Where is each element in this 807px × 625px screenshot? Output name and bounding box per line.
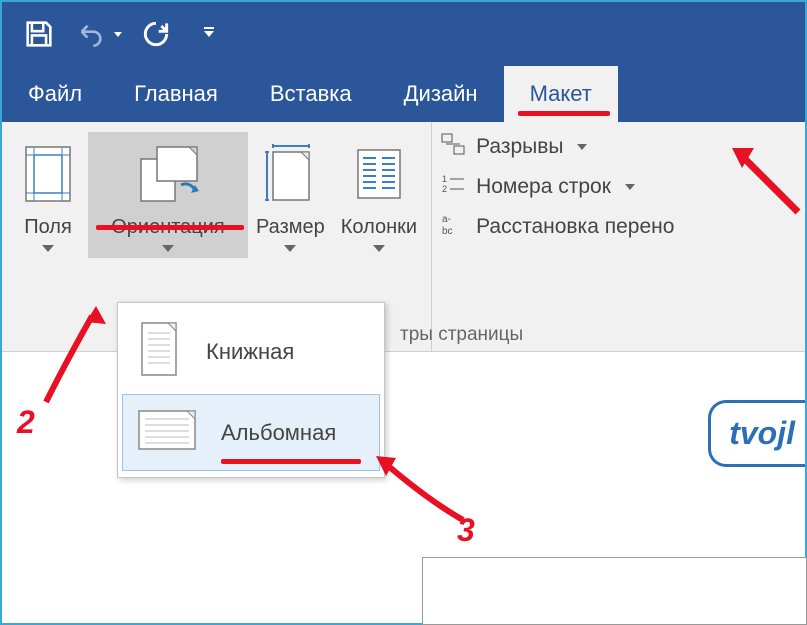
dropdown-arrow-icon (577, 144, 587, 150)
hyphenation-label: Расстановка перено (476, 215, 674, 239)
tab-design[interactable]: Дизайн (378, 66, 504, 122)
tab-file[interactable]: Файл (2, 66, 108, 122)
columns-icon (352, 138, 406, 210)
orientation-portrait-item[interactable]: Книжная (122, 309, 380, 394)
tab-design-label: Дизайн (404, 81, 478, 107)
orientation-landscape-item[interactable]: Альбомная (122, 394, 380, 471)
annotation-arrow-2 (36, 302, 116, 412)
dropdown-arrow-icon[interactable] (114, 32, 122, 37)
redo-icon[interactable] (140, 18, 172, 50)
dropdown-arrow-icon (625, 184, 635, 190)
page-setup-group-label: тры страницы (400, 324, 523, 346)
tab-home-label: Главная (134, 81, 218, 107)
orientation-button[interactable]: Ориентация (88, 132, 248, 258)
dropdown-arrow-icon (373, 245, 385, 252)
portrait-icon (134, 319, 184, 384)
portrait-label: Книжная (206, 339, 294, 365)
tab-layout-label: Макет (530, 81, 592, 107)
page-setup-side-list: Разрывы 12 Номера строк a-bc Расстановка… (431, 122, 682, 351)
svg-text:1: 1 (442, 174, 447, 184)
hyphenation-icon: a-bc (440, 212, 466, 242)
annotation-arrow-3 (368, 450, 478, 530)
landscape-label: Альбомная (221, 420, 336, 446)
tab-insert[interactable]: Вставка (244, 66, 378, 122)
landscape-icon (135, 405, 199, 460)
breaks-icon (440, 132, 466, 162)
watermark-badge: tvojl (708, 400, 805, 467)
dropdown-arrow-icon (42, 245, 54, 252)
margins-icon (22, 138, 74, 210)
annotation-number-2: 2 (17, 404, 35, 441)
line-numbers-button[interactable]: 12 Номера строк (440, 172, 674, 202)
size-label: Размер (256, 216, 325, 239)
orientation-icon (133, 138, 203, 210)
dropdown-arrow-icon (162, 245, 174, 252)
annotation-underline (221, 459, 361, 464)
margins-label: Поля (24, 216, 72, 239)
tab-home[interactable]: Главная (108, 66, 244, 122)
breaks-button[interactable]: Разрывы (440, 132, 674, 162)
quick-access-toolbar (2, 2, 805, 66)
annotation-arrow-1 (728, 142, 807, 222)
tab-layout[interactable]: Макет (504, 66, 618, 122)
size-icon (263, 138, 317, 210)
dropdown-arrow-icon (284, 245, 296, 252)
annotation-underline (96, 225, 244, 230)
ribbon-tabs: Файл Главная Вставка Дизайн Макет (2, 66, 805, 122)
line-numbers-label: Номера строк (476, 175, 611, 199)
orientation-dropdown: Книжная Альбомная (117, 302, 385, 478)
annotation-underline (518, 111, 610, 116)
tab-file-label: Файл (28, 81, 82, 107)
line-numbers-icon: 12 (440, 172, 466, 202)
hyphenation-button[interactable]: a-bc Расстановка перено (440, 212, 674, 242)
columns-button[interactable]: Колонки (333, 132, 425, 258)
svg-text:a-: a- (442, 214, 451, 225)
svg-text:bc: bc (442, 226, 453, 236)
breaks-label: Разрывы (476, 135, 563, 159)
margins-button[interactable]: Поля (8, 132, 88, 258)
undo-icon[interactable] (74, 20, 122, 48)
tab-insert-label: Вставка (270, 81, 352, 107)
size-button[interactable]: Размер (248, 132, 333, 258)
save-icon[interactable] (22, 17, 56, 51)
document-page[interactable] (422, 557, 807, 625)
customize-qat-icon[interactable] (204, 31, 214, 37)
columns-label: Колонки (341, 216, 417, 239)
svg-text:2: 2 (442, 184, 447, 194)
